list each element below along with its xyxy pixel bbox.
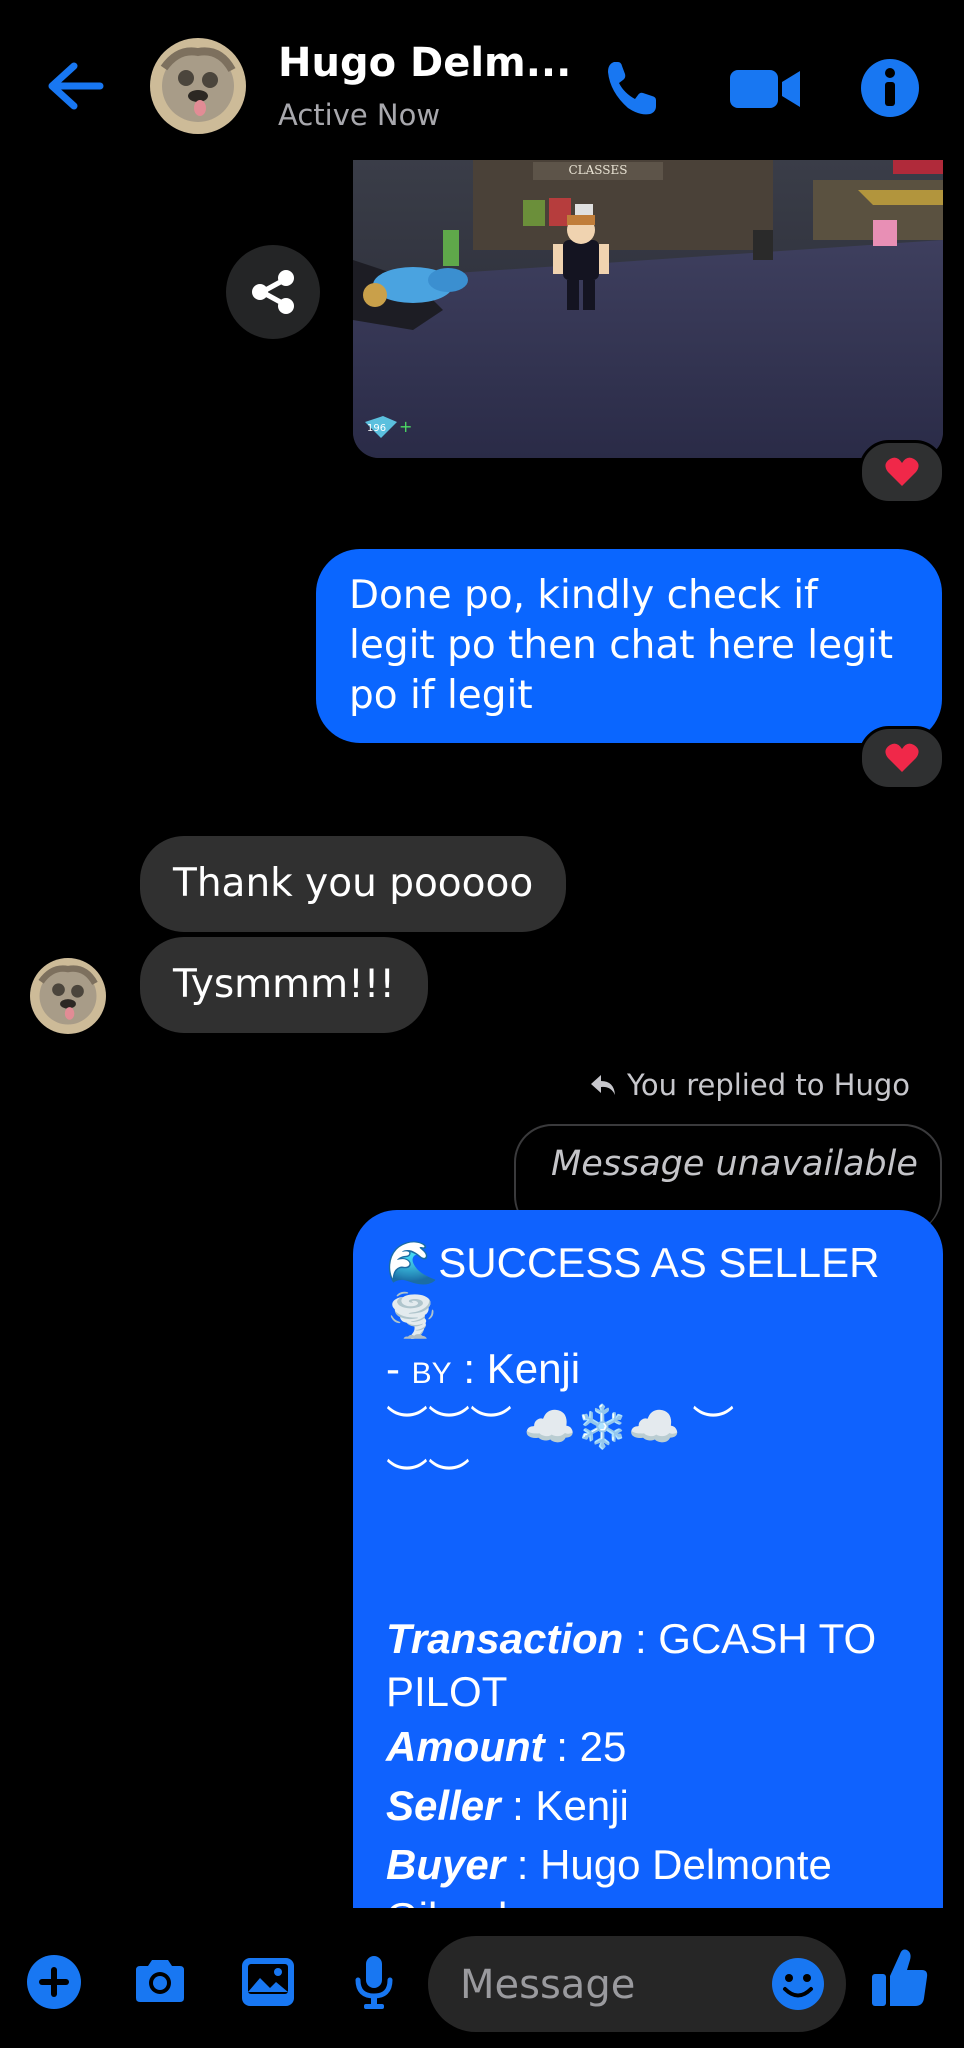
receipt-row-amount: Amount : 25 <box>386 1723 627 1770</box>
incoming-message-bubble[interactable]: Thank you pooooo <box>140 836 567 932</box>
heart-icon <box>885 457 919 486</box>
receipt-title: 🌊SUCCESS AS SELLER🌪️ <box>386 1239 880 1339</box>
reply-context-label: You replied to Hugo <box>589 1068 910 1102</box>
heart-icon <box>885 743 919 772</box>
plus-icon[interactable] <box>24 1952 84 2012</box>
receipt-message-bubble[interactable]: 🌊SUCCESS AS SELLER🌪️ - BY : Kenji ︶︶︶ ☁️… <box>353 1210 943 1910</box>
camera-icon[interactable] <box>130 1952 190 2012</box>
emoji-icon[interactable] <box>770 1956 826 2012</box>
receipt-byline: - BY : Kenji <box>386 1345 581 1392</box>
message-input-placeholder: Message <box>460 1962 636 2008</box>
thumbs-up-icon[interactable] <box>870 1946 930 2010</box>
receipt-row-buyer: Buyer : Hugo Delmonte Gilgadon <box>386 1841 832 1910</box>
receipt-decoration: ︶︶ <box>386 1456 471 1503</box>
reply-label-text: You replied to Hugo <box>627 1068 910 1102</box>
incoming-message-bubble[interactable]: Tysmmm!!! <box>140 937 429 1033</box>
heart-reaction[interactable] <box>859 440 945 504</box>
contact-avatar[interactable] <box>150 38 246 134</box>
gem-count: 196 <box>367 423 386 434</box>
message-text: Done po, kindly check if legit po then c… <box>349 573 893 718</box>
svg-text:+: + <box>399 417 412 436</box>
outgoing-message-bubble[interactable]: Done po, kindly check if legit po then c… <box>316 549 942 743</box>
video-camera-icon[interactable] <box>726 56 806 120</box>
receipt-decoration: ︶︶︶ ☁️❄️☁️ ︶ <box>386 1403 735 1450</box>
reply-arrow-icon <box>591 1075 615 1095</box>
back-arrow-icon[interactable] <box>44 60 108 112</box>
game-screenshot-attachment[interactable]: CLASSES 196 + <box>353 160 943 458</box>
info-icon[interactable] <box>858 56 922 120</box>
heart-reaction[interactable] <box>859 726 945 790</box>
microphone-icon[interactable] <box>344 1952 404 2012</box>
gallery-icon[interactable] <box>238 1952 298 2012</box>
quoted-message-text: Message unavailable <box>551 1144 918 1184</box>
phone-icon[interactable] <box>600 56 664 120</box>
receipt-row-transaction: Transaction : GCASH TO PILOT <box>386 1615 877 1715</box>
receipt-row-seller: Seller : Kenji <box>386 1782 629 1829</box>
contact-avatar-small[interactable] <box>30 958 106 1034</box>
contact-name[interactable]: Hugo Delm... <box>278 40 571 86</box>
message-text: Tysmmm!!! <box>173 962 396 1007</box>
share-icon <box>252 270 294 314</box>
active-status: Active Now <box>278 98 441 132</box>
share-button[interactable] <box>226 245 320 339</box>
message-text: Thank you pooooo <box>173 861 534 906</box>
sign-text: CLASSES <box>568 163 627 177</box>
